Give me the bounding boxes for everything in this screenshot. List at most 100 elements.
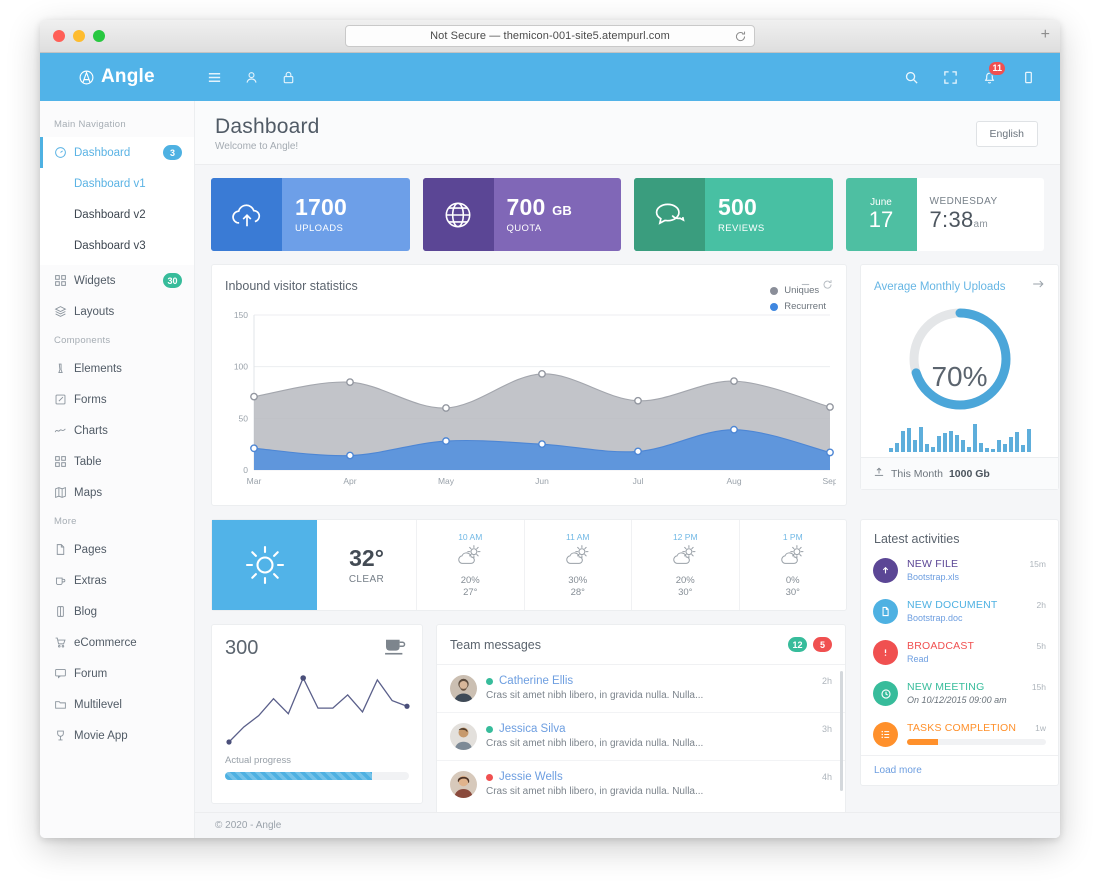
- load-more-button[interactable]: Load more: [861, 755, 1058, 785]
- stat-card-clock[interactable]: June 17 WEDNESDAY 7:38am: [845, 178, 1044, 251]
- sidebar-item-blog[interactable]: Blog: [40, 596, 194, 627]
- list-item[interactable]: TASKS COMPLETION 1w: [861, 714, 1058, 755]
- message-sender[interactable]: Jessica Silva: [499, 723, 565, 735]
- activity-time: 1w: [1035, 723, 1046, 733]
- activity-time: 5h: [1036, 641, 1046, 651]
- legend-item-uniques: Uniques: [770, 285, 826, 296]
- arrow-right-icon[interactable]: [1031, 277, 1045, 296]
- page-footer: © 2020 - Angle: [195, 812, 1060, 838]
- minimize-window-button[interactable]: [73, 30, 85, 42]
- stat-card-info: 500 REVIEWS: [705, 178, 833, 251]
- sparkline-bar: [894, 443, 899, 452]
- screenshot-root: Not Secure — themicon-001-site5.atempurl…: [0, 0, 1100, 894]
- sidebar-item-extras[interactable]: Extras: [40, 565, 194, 596]
- new-tab-button[interactable]: +: [1041, 27, 1050, 43]
- sidebar-item-multilevel[interactable]: Multilevel: [40, 689, 194, 720]
- lock-icon[interactable]: [281, 70, 296, 85]
- sidebar-item-dashboard[interactable]: Dashboard 3: [40, 137, 194, 168]
- sidebar-item-charts[interactable]: Charts: [40, 415, 194, 446]
- list-item[interactable]: Jessica Silva 3h Cras sit amet nibh libe…: [437, 713, 845, 761]
- sparkline-bar: [918, 427, 923, 452]
- layouts-icon: [54, 305, 74, 318]
- sparkline-bar: [1014, 432, 1019, 452]
- sidebar: Main Navigation Dashboard 3 Dashboard v1…: [40, 101, 195, 838]
- topbar-left-icons: [207, 70, 296, 85]
- fullscreen-icon[interactable]: [943, 70, 958, 85]
- sidebar-subitem-dashboard-v3[interactable]: Dashboard v3: [40, 230, 194, 261]
- activity-desc[interactable]: Read: [907, 654, 1046, 664]
- current-temperature: 32°: [349, 545, 384, 571]
- close-window-button[interactable]: [53, 30, 65, 42]
- sidebar-item-forum[interactable]: Forum: [40, 658, 194, 689]
- comments-icon: [634, 178, 705, 251]
- sidebar-item-movie-app[interactable]: Movie App: [40, 720, 194, 751]
- activity-title: TASKS COMPLETION: [907, 722, 1017, 734]
- address-bar[interactable]: Not Secure — themicon-001-site5.atempurl…: [345, 25, 755, 47]
- sparkline-bar: [912, 440, 917, 452]
- sidebar-item-maps[interactable]: Maps: [40, 477, 194, 508]
- app-container: Angle 11 Main Navigation Dashboard 3 Das…: [40, 53, 1060, 838]
- activity-desc[interactable]: Bootstrap.xls: [907, 572, 1046, 582]
- donut-column: Average Monthly Uploads 70% This Month 1…: [860, 264, 1059, 519]
- svg-text:May: May: [438, 476, 455, 486]
- page-body: 1700 UPLOADS 700 GB QUOTA 500 REVIEWS Ju…: [195, 165, 1060, 812]
- window-controls[interactable]: [53, 30, 105, 42]
- sidebar-item-elements[interactable]: Elements: [40, 353, 194, 384]
- language-button[interactable]: English: [975, 121, 1038, 147]
- list-item[interactable]: NEW FILE 15m Bootstrap.xls: [861, 550, 1058, 591]
- activity-desc[interactable]: Bootstrap.doc: [907, 613, 1046, 623]
- sidebar-subitem-dashboard-v1[interactable]: Dashboard v1: [40, 168, 194, 199]
- search-icon[interactable]: [904, 70, 919, 85]
- dashboard-icon: [54, 146, 74, 159]
- list-item[interactable]: BROADCAST 5h Read: [861, 632, 1058, 673]
- panel-icon[interactable]: [1021, 70, 1036, 85]
- status-dot: [486, 725, 493, 733]
- list-item[interactable]: NEW DOCUMENT 2h Bootstrap.doc: [861, 591, 1058, 632]
- message-top: Catherine Ellis 2h: [486, 675, 832, 687]
- svg-text:Jun: Jun: [535, 476, 549, 486]
- sidebar-subitem-dashboard-v2[interactable]: Dashboard v2: [40, 199, 194, 230]
- activity-body: TASKS COMPLETION 1w: [907, 722, 1046, 745]
- sidebar-item-table[interactable]: Table: [40, 446, 194, 477]
- sparkline-bar: [900, 431, 905, 452]
- activity-top: NEW MEETING 15h: [907, 681, 1046, 693]
- stat-card-quota[interactable]: 700 GB QUOTA: [422, 178, 621, 251]
- upload-circle-icon: [873, 558, 898, 583]
- pages-icon: [54, 543, 74, 556]
- elements-icon: [54, 362, 74, 375]
- sidebar-item-layouts[interactable]: Layouts: [40, 296, 194, 327]
- nav-heading-components: Components: [54, 335, 111, 346]
- stat-card-reviews[interactable]: 500 REVIEWS: [634, 178, 833, 251]
- maximize-window-button[interactable]: [93, 30, 105, 42]
- sidebar-item-ecommerce[interactable]: eCommerce: [40, 627, 194, 658]
- svg-text:Aug: Aug: [726, 476, 741, 486]
- notification-badge: 11: [988, 60, 1006, 76]
- menu-icon[interactable]: [207, 70, 222, 85]
- messages-scrollbar[interactable]: [840, 671, 843, 791]
- alert-icon: [873, 640, 898, 665]
- reload-icon[interactable]: [734, 30, 747, 43]
- sidebar-item-label: Extras: [74, 574, 107, 587]
- messages-title: Team messages: [450, 637, 542, 652]
- list-item[interactable]: Jessie Wells 4h Cras sit amet nibh liber…: [437, 761, 845, 808]
- list-item[interactable]: NEW MEETING 15h On 10/12/2015 09:00 am: [861, 673, 1058, 714]
- cloud-sun-icon: [778, 543, 808, 574]
- time-value: 7:38am: [929, 207, 989, 232]
- message-sender[interactable]: Catherine Ellis: [499, 675, 573, 687]
- chart-legend: Uniques Recurrent: [770, 285, 826, 317]
- brand-logo[interactable]: Angle: [40, 66, 195, 88]
- cloud-sun-icon: [455, 543, 485, 574]
- nav-heading-main: Main Navigation: [54, 119, 126, 130]
- sidebar-item-widgets[interactable]: Widgets 30: [40, 265, 194, 296]
- user-icon[interactable]: [244, 70, 259, 85]
- sidebar-item-pages[interactable]: Pages: [40, 534, 194, 565]
- stat-card-uploads[interactable]: 1700 UPLOADS: [211, 178, 410, 251]
- list-item[interactable]: Catherine Ellis 2h Cras sit amet nibh li…: [437, 665, 845, 713]
- bell-icon[interactable]: 11: [982, 60, 1006, 85]
- message-top: Jessica Silva 3h: [486, 723, 832, 735]
- message-sender[interactable]: Jessie Wells: [499, 771, 563, 783]
- sidebar-item-forms[interactable]: Forms: [40, 384, 194, 415]
- sparkline-bar: [984, 448, 989, 452]
- donut-percent-label: 70%: [931, 361, 988, 392]
- sparkline-bar: [948, 431, 953, 452]
